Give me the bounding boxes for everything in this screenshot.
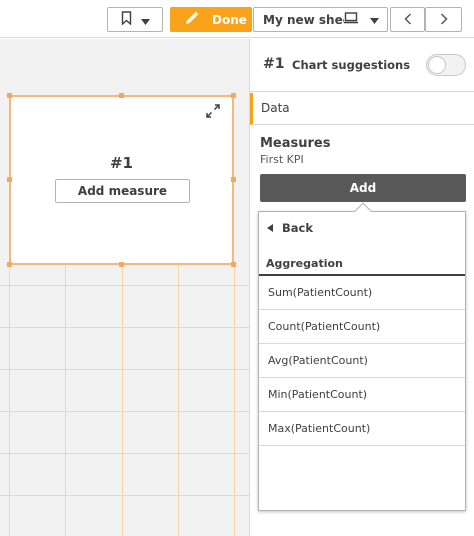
aggregation-item-avg[interactable]: Avg(PatientCount) — [259, 344, 465, 378]
resize-handle[interactable] — [7, 262, 12, 267]
add-button[interactable]: Add — [260, 174, 466, 202]
sheet-selector[interactable]: My new sheet — [253, 7, 388, 32]
chevron-left-icon — [403, 10, 412, 29]
properties-panel: #1 Chart suggestions Data Measures First… — [249, 39, 474, 536]
chevron-down-icon — [140, 10, 150, 29]
grid-line — [0, 411, 249, 412]
sheet-canvas[interactable]: #1 Add measure — [0, 39, 249, 536]
resize-handle[interactable] — [231, 93, 236, 98]
grid-line — [0, 369, 249, 370]
chart-suggestions-toggle[interactable] — [426, 54, 466, 76]
resize-handle[interactable] — [231, 177, 236, 182]
resize-handle[interactable] — [119, 262, 124, 267]
resize-handle[interactable] — [7, 93, 12, 98]
aggregation-header: Aggregation — [259, 252, 465, 276]
grid-line — [0, 495, 249, 496]
monitor-icon — [344, 12, 360, 27]
bookmark-icon — [121, 10, 132, 29]
aggregation-list: Sum(PatientCount) Count(PatientCount) Av… — [259, 276, 465, 446]
measures-heading: Measures — [260, 136, 331, 151]
back-button[interactable]: Back — [259, 215, 465, 241]
aggregation-item-min[interactable]: Min(PatientCount) — [259, 378, 465, 412]
next-sheet-button[interactable] — [425, 7, 462, 32]
chevron-right-icon — [440, 10, 448, 29]
grid-line — [0, 285, 249, 286]
kpi-object[interactable]: #1 Add measure — [7, 93, 236, 267]
top-toolbar: Done My new sheet — [0, 0, 474, 38]
resize-handle[interactable] — [231, 262, 236, 267]
aggregation-item-max[interactable]: Max(PatientCount) — [259, 412, 465, 446]
done-button[interactable]: Done — [170, 7, 252, 32]
measure-name: First KPI — [260, 153, 304, 166]
grid-line — [0, 327, 249, 328]
pencil-icon — [185, 11, 199, 28]
back-label: Back — [282, 221, 313, 235]
tab-data[interactable]: Data — [250, 93, 474, 125]
kpi-title: #1 — [109, 154, 133, 172]
chart-suggestions-label: Chart suggestions — [292, 58, 411, 72]
toggle-knob — [428, 56, 446, 74]
caret-left-icon — [267, 221, 273, 235]
chevron-down-icon — [370, 13, 379, 27]
add-measure-dropdown: Back Aggregation Sum(PatientCount) Count… — [258, 202, 466, 511]
bookmark-button[interactable] — [107, 7, 163, 32]
grid-line — [0, 453, 249, 454]
sheet-name: My new sheet — [263, 12, 344, 27]
add-measure-button[interactable]: Add measure — [55, 179, 190, 203]
done-label: Done — [212, 12, 247, 27]
panel-header: #1 Chart suggestions — [250, 39, 474, 92]
object-number: #1 — [263, 56, 285, 72]
expand-icon[interactable] — [205, 103, 221, 119]
resize-handle[interactable] — [7, 177, 12, 182]
previous-sheet-button[interactable] — [390, 7, 425, 32]
resize-handle[interactable] — [119, 93, 124, 98]
aggregation-item-count[interactable]: Count(PatientCount) — [259, 310, 465, 344]
aggregation-item-sum[interactable]: Sum(PatientCount) — [259, 276, 465, 310]
